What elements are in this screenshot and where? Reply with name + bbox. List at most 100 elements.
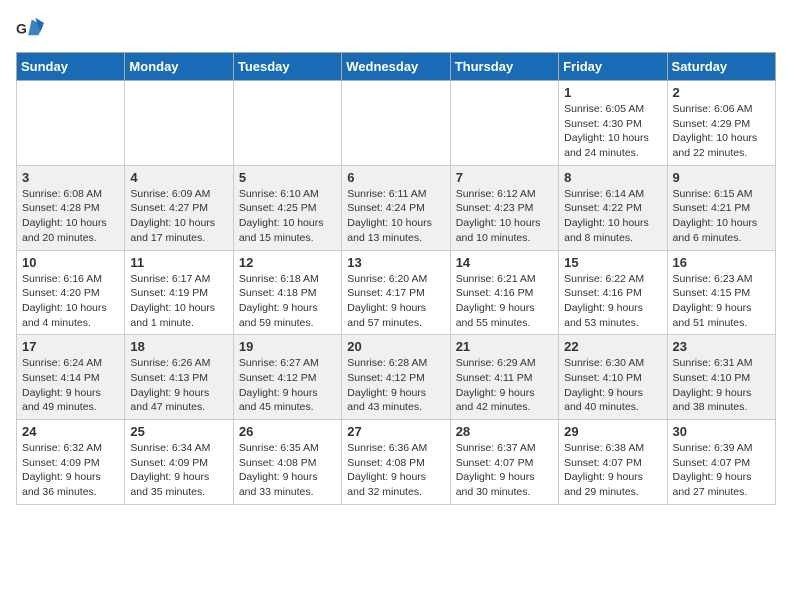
day-info: Sunrise: 6:35 AM Sunset: 4:08 PM Dayligh… [239,441,336,500]
weekday-header: Saturday [667,53,775,81]
calendar-week-row: 3Sunrise: 6:08 AM Sunset: 4:28 PM Daylig… [17,165,776,250]
day-number: 12 [239,255,336,270]
calendar-week-row: 10 Sunrise: 6:16 AM Sunset: 4:20 PM Dayli… [17,250,776,335]
calendar-cell: 6 Sunrise: 6:11 AM Sunset: 4:24 PM Daylig… [342,165,450,250]
day-info: Sunrise: 6:37 AM Sunset: 4:07 PM Dayligh… [456,441,553,500]
calendar-cell [450,81,558,166]
day-number: 20 [347,339,444,354]
calendar-week-row: 17 Sunrise: 6:24 AM Sunset: 4:14 PM Dayli… [17,335,776,420]
day-info: Sunrise: 6:28 AM Sunset: 4:12 PM Dayligh… [347,356,444,415]
day-info: Sunrise: 6:27 AM Sunset: 4:12 PM Dayligh… [239,356,336,415]
day-info: Sunrise: 6:11 AM Sunset: 4:24 PM Dayligh… [347,187,444,246]
calendar-cell: 5Sunrise: 6:10 AM Sunset: 4:25 PM Daylig… [233,165,341,250]
day-info: Sunrise: 6:31 AM Sunset: 4:10 PM Dayligh… [673,356,770,415]
weekday-header: Wednesday [342,53,450,81]
weekday-header-row: SundayMondayTuesdayWednesdayThursdayFrid… [17,53,776,81]
calendar-cell [233,81,341,166]
day-info: Sunrise: 6:21 AM Sunset: 4:16 PM Dayligh… [456,272,553,331]
calendar-cell: 2Sunrise: 6:06 AM Sunset: 4:29 PM Daylig… [667,81,775,166]
day-info: Sunrise: 6:39 AM Sunset: 4:07 PM Dayligh… [673,441,770,500]
calendar-cell [342,81,450,166]
calendar-cell: 21 Sunrise: 6:29 AM Sunset: 4:11 PM Dayli… [450,335,558,420]
weekday-header: Thursday [450,53,558,81]
calendar-cell: 26 Sunrise: 6:35 AM Sunset: 4:08 PM Dayli… [233,420,341,505]
calendar-cell: 1 Sunrise: 6:05 AM Sunset: 4:30 PM Daylig… [559,81,667,166]
calendar-cell: 7 Sunrise: 6:12 AM Sunset: 4:23 PM Daylig… [450,165,558,250]
day-number: 22 [564,339,661,354]
day-number: 15 [564,255,661,270]
calendar-cell [17,81,125,166]
day-number: 9 [673,170,770,185]
calendar-cell: 15 Sunrise: 6:22 AM Sunset: 4:16 PM Dayli… [559,250,667,335]
calendar-cell: 27Sunrise: 6:36 AM Sunset: 4:08 PM Dayli… [342,420,450,505]
day-info: Sunrise: 6:16 AM Sunset: 4:20 PM Dayligh… [22,272,119,331]
calendar-cell: 20 Sunrise: 6:28 AM Sunset: 4:12 PM Dayli… [342,335,450,420]
day-info: Sunrise: 6:09 AM Sunset: 4:27 PM Dayligh… [130,187,227,246]
day-number: 17 [22,339,119,354]
weekday-header: Monday [125,53,233,81]
day-number: 6 [347,170,444,185]
calendar-cell: 23Sunrise: 6:31 AM Sunset: 4:10 PM Dayli… [667,335,775,420]
weekday-header: Friday [559,53,667,81]
calendar-cell: 16 Sunrise: 6:23 AM Sunset: 4:15 PM Dayli… [667,250,775,335]
day-number: 24 [22,424,119,439]
calendar-cell: 8 Sunrise: 6:14 AM Sunset: 4:22 PM Daylig… [559,165,667,250]
calendar-cell: 14 Sunrise: 6:21 AM Sunset: 4:16 PM Dayli… [450,250,558,335]
day-number: 30 [673,424,770,439]
calendar-cell: 19Sunrise: 6:27 AM Sunset: 4:12 PM Dayli… [233,335,341,420]
day-number: 1 [564,85,661,100]
calendar-cell: 10 Sunrise: 6:16 AM Sunset: 4:20 PM Dayli… [17,250,125,335]
day-info: Sunrise: 6:24 AM Sunset: 4:14 PM Dayligh… [22,356,119,415]
day-number: 21 [456,339,553,354]
calendar-cell: 12Sunrise: 6:18 AM Sunset: 4:18 PM Dayli… [233,250,341,335]
day-number: 18 [130,339,227,354]
day-number: 4 [130,170,227,185]
day-number: 25 [130,424,227,439]
day-info: Sunrise: 6:05 AM Sunset: 4:30 PM Dayligh… [564,102,661,161]
calendar-cell: 13Sunrise: 6:20 AM Sunset: 4:17 PM Dayli… [342,250,450,335]
day-number: 8 [564,170,661,185]
calendar-table: SundayMondayTuesdayWednesdayThursdayFrid… [16,52,776,505]
day-number: 10 [22,255,119,270]
day-info: Sunrise: 6:23 AM Sunset: 4:15 PM Dayligh… [673,272,770,331]
day-number: 16 [673,255,770,270]
logo: G [16,16,48,44]
day-info: Sunrise: 6:12 AM Sunset: 4:23 PM Dayligh… [456,187,553,246]
calendar-cell: 18 Sunrise: 6:26 AM Sunset: 4:13 PM Dayli… [125,335,233,420]
day-info: Sunrise: 6:15 AM Sunset: 4:21 PM Dayligh… [673,187,770,246]
weekday-header: Sunday [17,53,125,81]
day-number: 5 [239,170,336,185]
day-info: Sunrise: 6:38 AM Sunset: 4:07 PM Dayligh… [564,441,661,500]
day-number: 7 [456,170,553,185]
day-info: Sunrise: 6:32 AM Sunset: 4:09 PM Dayligh… [22,441,119,500]
logo-icon: G [16,16,44,44]
weekday-header: Tuesday [233,53,341,81]
day-info: Sunrise: 6:14 AM Sunset: 4:22 PM Dayligh… [564,187,661,246]
day-info: Sunrise: 6:17 AM Sunset: 4:19 PM Dayligh… [130,272,227,331]
day-number: 28 [456,424,553,439]
day-number: 14 [456,255,553,270]
calendar-cell: 3Sunrise: 6:08 AM Sunset: 4:28 PM Daylig… [17,165,125,250]
day-number: 2 [673,85,770,100]
day-info: Sunrise: 6:22 AM Sunset: 4:16 PM Dayligh… [564,272,661,331]
day-info: Sunrise: 6:26 AM Sunset: 4:13 PM Dayligh… [130,356,227,415]
day-info: Sunrise: 6:20 AM Sunset: 4:17 PM Dayligh… [347,272,444,331]
day-info: Sunrise: 6:29 AM Sunset: 4:11 PM Dayligh… [456,356,553,415]
calendar-cell: 11 Sunrise: 6:17 AM Sunset: 4:19 PM Dayli… [125,250,233,335]
calendar-cell [125,81,233,166]
calendar-cell: 28 Sunrise: 6:37 AM Sunset: 4:07 PM Dayli… [450,420,558,505]
calendar-cell: 29Sunrise: 6:38 AM Sunset: 4:07 PM Dayli… [559,420,667,505]
calendar-cell: 24 Sunrise: 6:32 AM Sunset: 4:09 PM Dayli… [17,420,125,505]
svg-text:G: G [16,21,27,37]
calendar-cell: 22 Sunrise: 6:30 AM Sunset: 4:10 PM Dayli… [559,335,667,420]
day-info: Sunrise: 6:30 AM Sunset: 4:10 PM Dayligh… [564,356,661,415]
calendar-cell: 17 Sunrise: 6:24 AM Sunset: 4:14 PM Dayli… [17,335,125,420]
day-info: Sunrise: 6:34 AM Sunset: 4:09 PM Dayligh… [130,441,227,500]
day-info: Sunrise: 6:36 AM Sunset: 4:08 PM Dayligh… [347,441,444,500]
calendar-week-row: 24 Sunrise: 6:32 AM Sunset: 4:09 PM Dayli… [17,420,776,505]
day-number: 26 [239,424,336,439]
calendar-cell: 25 Sunrise: 6:34 AM Sunset: 4:09 PM Dayli… [125,420,233,505]
day-info: Sunrise: 6:08 AM Sunset: 4:28 PM Dayligh… [22,187,119,246]
calendar-cell: 30 Sunrise: 6:39 AM Sunset: 4:07 PM Dayli… [667,420,775,505]
day-number: 11 [130,255,227,270]
